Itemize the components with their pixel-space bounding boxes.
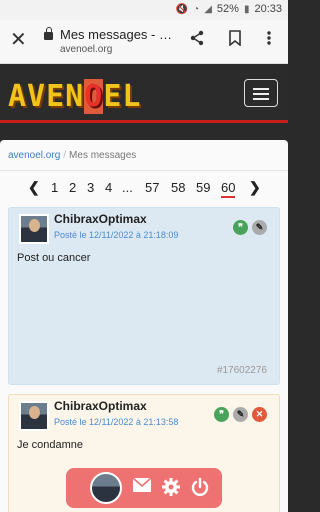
user-toolbar (66, 468, 222, 508)
hamburger-line (253, 93, 269, 95)
power-icon[interactable] (190, 477, 210, 501)
more-options-icon[interactable] (258, 30, 280, 52)
hamburger-line (253, 98, 269, 100)
post-text: Post ou cancer (17, 252, 91, 264)
battery-icon: ▮ (243, 3, 250, 15)
browser-toolbar: ✕ Mes messages - … avenoel.org (0, 20, 288, 64)
page-url: avenoel.org (60, 44, 113, 55)
site-logo[interactable]: AVENOEL (8, 79, 141, 114)
post-author[interactable]: ChibraxOptimax (54, 212, 147, 226)
post-date[interactable]: Posté le 12/11/2022 à 21:13:58 (54, 417, 178, 427)
status-bar: 🔇 ◔ ◢ 52% ▮ 20:33 (0, 0, 288, 20)
bookmark-icon[interactable] (224, 30, 246, 52)
page-ellipsis: ... (122, 180, 133, 195)
post-text: Je condamne (17, 439, 84, 451)
share-icon[interactable] (186, 30, 208, 52)
user-avatar[interactable] (90, 472, 122, 504)
logo-text-2: O (84, 79, 104, 114)
clock: 20:33 (254, 3, 282, 15)
breadcrumb-current: Mes messages (69, 150, 137, 161)
breadcrumb-home[interactable]: avenoel.org (8, 150, 60, 161)
avatar[interactable] (19, 214, 49, 244)
page-link-1[interactable]: 1 (51, 180, 58, 195)
quote-icon[interactable]: ❞ (233, 220, 248, 235)
divider (0, 170, 288, 171)
signal-icon: ◢ (204, 3, 212, 15)
page-link-58[interactable]: 58 (171, 180, 185, 195)
site-header: AVENOEL (0, 65, 288, 123)
pencil-icon[interactable]: ✎ (233, 407, 248, 422)
logo-text-3: EL (103, 79, 142, 114)
breadcrumb: avenoel.org / Mes messages (8, 150, 136, 161)
header-divider (0, 120, 288, 123)
post-date[interactable]: Posté le 12/11/2022 à 21:18:09 (54, 230, 178, 240)
page-link-59[interactable]: 59 (196, 180, 210, 195)
quote-icon[interactable]: ❞ (214, 407, 229, 422)
logo-text-1: AVEN (8, 79, 85, 114)
post-author[interactable]: ChibraxOptimax (54, 399, 147, 413)
menu-toggle-button[interactable] (244, 79, 278, 107)
mail-icon[interactable] (132, 477, 152, 497)
prev-page-button[interactable]: ❮ (28, 179, 40, 196)
lock-icon (44, 27, 53, 40)
breadcrumb-separator: / (63, 150, 67, 161)
page-link-57[interactable]: 57 (145, 180, 159, 195)
address-bar[interactable]: Mes messages - … avenoel.org (60, 27, 175, 55)
page-title: Mes messages - … (60, 27, 172, 42)
page-link-4[interactable]: 4 (105, 180, 112, 195)
hamburger-line (253, 88, 269, 90)
page-link-3[interactable]: 3 (87, 180, 94, 195)
avatar[interactable] (19, 401, 49, 431)
wifi-icon: ◔ (193, 3, 200, 15)
post-id[interactable]: #17602276 (217, 365, 267, 376)
mute-icon: 🔇 (175, 3, 189, 15)
close-icon[interactable]: ✕ (252, 407, 267, 422)
page-link-current[interactable]: 60 (221, 180, 236, 198)
pagination: ❮ 1 2 3 4 ... 57 58 59 60 ❯ (0, 179, 288, 200)
close-icon[interactable]: ✕ (10, 30, 27, 50)
next-page-button[interactable]: ❯ (249, 179, 261, 196)
message-card: ChibraxOptimax Posté le 12/11/2022 à 21:… (8, 207, 280, 385)
main-content: avenoel.org / Mes messages ❮ 1 2 3 4 ... 5… (0, 140, 288, 512)
battery-level: 52% (216, 3, 239, 15)
gear-icon[interactable] (161, 477, 181, 501)
page-link-2[interactable]: 2 (69, 180, 76, 195)
pencil-icon[interactable]: ✎ (252, 220, 267, 235)
